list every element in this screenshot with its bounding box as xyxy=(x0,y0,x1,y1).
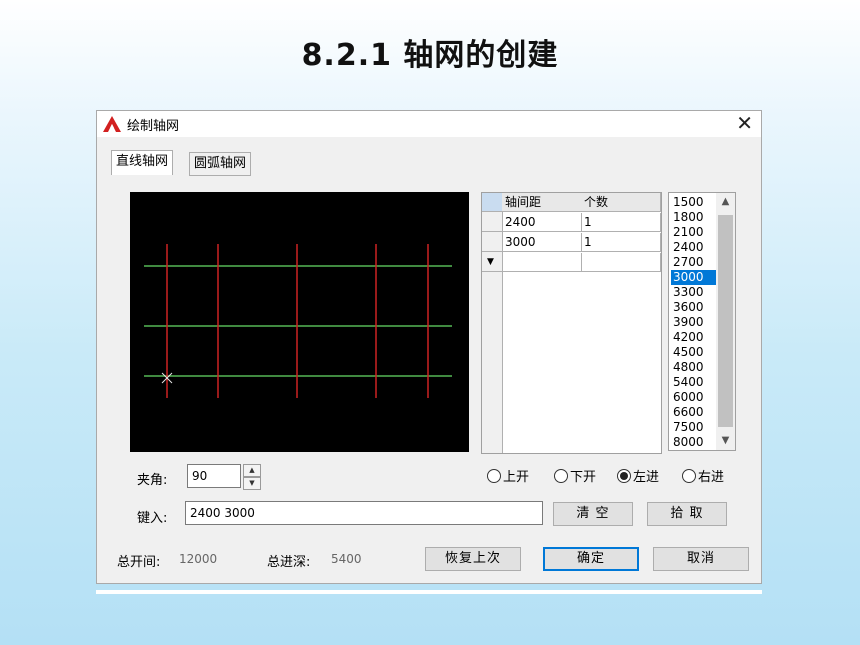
radio-label: 上开 xyxy=(503,470,530,485)
dialog-title: 绘制轴网 xyxy=(127,119,180,134)
cell-count-empty[interactable] xyxy=(581,253,661,272)
spacing-list-item[interactable]: 2100 xyxy=(671,225,717,240)
total-bay-label: 总开间: xyxy=(117,555,161,570)
table-row[interactable]: 3000 1 xyxy=(482,233,661,253)
spacing-list-item[interactable]: 3600 xyxy=(671,300,717,315)
spacing-list-item[interactable]: 6000 xyxy=(671,390,717,405)
cell-spacing[interactable]: 3000 xyxy=(502,233,582,252)
grid-preview-canvas[interactable] xyxy=(130,192,469,452)
spacing-list-item[interactable]: 7500 xyxy=(671,420,717,435)
spacing-table[interactable]: 轴间距 个数 2400 1 3000 1 ▼ xyxy=(481,192,662,454)
clear-button[interactable]: 清 空 xyxy=(553,502,633,526)
tab-straight-grid[interactable]: 直线轴网 xyxy=(111,150,174,175)
cell-spacing-empty[interactable] xyxy=(502,253,582,272)
select-all-cell[interactable] xyxy=(482,193,503,212)
ok-button[interactable]: 确定 xyxy=(543,547,639,571)
radio-indicator[interactable] xyxy=(487,469,501,483)
table-header-row: 轴间距 个数 xyxy=(482,193,661,213)
angle-spinner[interactable]: ▲ ▼ xyxy=(243,464,261,490)
spacing-listbox[interactable]: 1500 1800 2100 2400 2700 3000 3300 3600 3900 4200… xyxy=(668,192,736,451)
spacing-entry-input[interactable]: 2400 3000 xyxy=(185,501,543,525)
angle-label: 夹角: xyxy=(137,473,168,488)
autocad-logo-icon xyxy=(103,116,121,132)
scroll-up-icon[interactable]: ▲ xyxy=(716,193,735,211)
cell-count[interactable]: 1 xyxy=(581,213,661,232)
scrollbar-thumb[interactable] xyxy=(718,215,733,427)
input-label: 键入: xyxy=(137,511,168,526)
total-depth-label: 总进深: xyxy=(267,555,311,570)
tab-arc-grid[interactable]: 圆弧轴网 xyxy=(189,152,252,176)
spin-up-icon[interactable]: ▲ xyxy=(243,464,261,477)
cell-count[interactable]: 1 xyxy=(581,233,661,252)
row-header[interactable] xyxy=(482,213,503,232)
radio-label: 右进 xyxy=(698,470,725,485)
listbox-scrollbar[interactable]: ▲ ▼ xyxy=(716,193,735,450)
radio-indicator-checked[interactable] xyxy=(617,469,631,483)
radio-left-depth[interactable]: 左进 xyxy=(617,469,659,487)
spacing-list-item[interactable]: 8000 xyxy=(671,435,717,450)
scroll-down-icon[interactable]: ▼ xyxy=(716,432,735,450)
dialog-titlebar: 绘制轴网 ✕ xyxy=(97,111,761,137)
spacing-list-item[interactable]: 1500 xyxy=(671,195,717,210)
radio-top-open[interactable]: 上开 xyxy=(487,469,529,487)
spacing-list-item[interactable]: 3000 xyxy=(671,270,717,285)
spacing-list-item[interactable]: 4800 xyxy=(671,360,717,375)
spacing-list-item[interactable]: 3900 xyxy=(671,315,717,330)
header-count[interactable]: 个数 xyxy=(581,193,661,212)
table-row[interactable]: 2400 1 xyxy=(482,213,661,233)
bottom-strip xyxy=(96,590,762,594)
cell-spacing[interactable]: 2400 xyxy=(502,213,582,232)
spacing-list-item[interactable]: 6600 xyxy=(671,405,717,420)
radio-indicator[interactable] xyxy=(554,469,568,483)
spacing-list-item[interactable]: 3300 xyxy=(671,285,717,300)
close-icon[interactable]: ✕ xyxy=(736,111,753,135)
cancel-button[interactable]: 取消 xyxy=(653,547,749,571)
spacing-list-item[interactable]: 4200 xyxy=(671,330,717,345)
draw-axis-grid-dialog: 绘制轴网 ✕ 直线轴网 圆弧轴网 轴间距 个数 2400 1 3000 1 ▼ … xyxy=(96,110,762,584)
row-header[interactable] xyxy=(482,233,503,252)
total-depth-value: 5400 xyxy=(331,552,362,566)
spin-down-icon[interactable]: ▼ xyxy=(243,477,261,490)
restore-last-button[interactable]: 恢复上次 xyxy=(425,547,521,571)
spacing-list-item[interactable]: 1800 xyxy=(671,210,717,225)
pick-button[interactable]: 拾 取 xyxy=(647,502,727,526)
slide-title: 8.2.1 轴网的创建 xyxy=(301,38,559,73)
spacing-list-item[interactable]: 2700 xyxy=(671,255,717,270)
spacing-list-item[interactable]: 4500 xyxy=(671,345,717,360)
table-new-row[interactable]: ▼ xyxy=(482,253,661,273)
radio-right-depth[interactable]: 右进 xyxy=(682,469,724,487)
spacing-list-item[interactable]: 5400 xyxy=(671,375,717,390)
new-row-arrow-icon[interactable]: ▼ xyxy=(482,253,503,272)
header-spacing[interactable]: 轴间距 xyxy=(502,193,582,212)
radio-indicator[interactable] xyxy=(682,469,696,483)
radio-label: 下开 xyxy=(570,470,597,485)
total-bay-value: 12000 xyxy=(179,552,218,566)
radio-label: 左进 xyxy=(633,470,660,485)
radio-bottom-open[interactable]: 下开 xyxy=(554,469,596,487)
angle-input[interactable]: 90 xyxy=(187,464,241,488)
spacing-list-item[interactable]: 2400 xyxy=(671,240,717,255)
